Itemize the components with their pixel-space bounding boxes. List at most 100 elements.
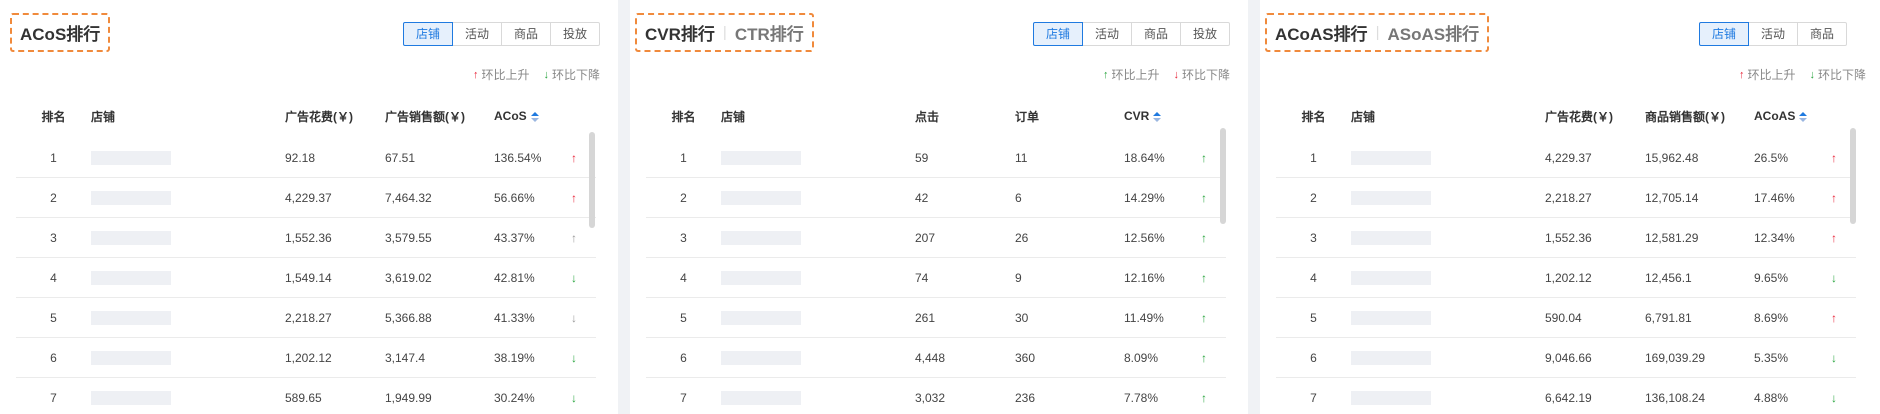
tab-product[interactable]: 商品 <box>1797 22 1848 46</box>
legend-down-label: 环比下降 <box>1818 68 1867 82</box>
store-cell <box>91 150 285 165</box>
tab-product[interactable]: 商品 <box>1130 22 1181 46</box>
store-cell <box>721 310 915 325</box>
col-cvr[interactable]: CVR <box>1124 109 1189 123</box>
tab-placement[interactable]: 投放 <box>549 22 600 46</box>
table-row[interactable]: 2 2,218.27 12,705.14 17.46% ↑ <box>1276 178 1856 218</box>
store-name-placeholder[interactable] <box>721 350 801 365</box>
title-acos[interactable]: ACoS排行 <box>20 20 100 45</box>
store-name-placeholder[interactable] <box>91 230 171 245</box>
table-body: 1 59 11 18.64% ↑ 2 42 6 14.29% ↑ 3 207 26 12.56% ↑ 4 74 9… <box>646 138 1226 414</box>
table-row[interactable]: 6 4,448 360 8.09% ↑ <box>646 338 1226 378</box>
store-name-placeholder[interactable] <box>1351 270 1431 285</box>
table-row[interactable]: 3 1,552.36 3,579.55 43.37% ↑ <box>16 218 596 258</box>
table-row[interactable]: 1 4,229.37 15,962.48 26.5% ↑ <box>1276 138 1856 178</box>
tab-placement[interactable]: 投放 <box>1179 22 1230 46</box>
table-row[interactable]: 3 1,552.36 12,581.29 12.34% ↑ <box>1276 218 1856 258</box>
store-name-placeholder[interactable] <box>721 230 801 245</box>
tab-store[interactable]: 店铺 <box>1032 22 1083 46</box>
table-row[interactable]: 2 4,229.37 7,464.32 56.66% ↑ <box>16 178 596 218</box>
trend-arrow-icon: ↑ <box>571 150 577 165</box>
table-row[interactable]: 1 59 11 18.64% ↑ <box>646 138 1226 178</box>
table-row[interactable]: 7 3,032 236 7.78% ↑ <box>646 378 1226 414</box>
store-name-placeholder[interactable] <box>1351 350 1431 365</box>
metric-a-cell: 42 <box>915 190 929 205</box>
store-name-placeholder[interactable] <box>721 190 801 205</box>
panel-title: CVR排行 | CTR排行 <box>635 13 814 52</box>
table-row[interactable]: 3 207 26 12.56% ↑ <box>646 218 1226 258</box>
metric-b-cell: 169,039.29 <box>1645 350 1706 365</box>
metric-b-cell: 360 <box>1015 350 1036 365</box>
legend-down-label: 环比下降 <box>551 68 600 82</box>
store-name-placeholder[interactable] <box>1351 230 1431 245</box>
store-name-placeholder[interactable] <box>91 190 171 205</box>
scroll-thumb[interactable] <box>1850 128 1856 224</box>
table-row[interactable]: 6 1,202.12 3,147.4 38.19% ↓ <box>16 338 596 378</box>
trend-arrow-icon: ↑ <box>1201 390 1207 405</box>
metric-a-cell: 2,218.27 <box>1545 190 1592 205</box>
table-row[interactable]: 4 74 9 12.16% ↑ <box>646 258 1226 298</box>
table-row[interactable]: 2 42 6 14.29% ↑ <box>646 178 1226 218</box>
store-name-placeholder[interactable] <box>91 150 171 165</box>
metric-a-cell: 59 <box>915 150 929 165</box>
tab-product[interactable]: 商品 <box>500 22 551 46</box>
table-row[interactable]: 5 261 30 11.49% ↑ <box>646 298 1226 338</box>
rank-cell: 7 <box>680 390 687 405</box>
arrow-up-red-icon: ↑ <box>1739 68 1745 81</box>
store-cell <box>91 310 285 325</box>
store-name-placeholder[interactable] <box>721 150 801 165</box>
sort-icon[interactable] <box>1799 111 1808 122</box>
arrow-up-green-icon: ↑ <box>1102 68 1109 81</box>
trend-arrow-icon: ↑ <box>1831 310 1837 325</box>
store-name-placeholder[interactable] <box>721 310 801 325</box>
title-cvr[interactable]: CVR排行 <box>645 20 715 45</box>
table-row[interactable]: 5 590.04 6,791.81 8.69% ↑ <box>1276 298 1856 338</box>
table-row[interactable]: 7 6,642.19 136,108.24 4.88% ↓ <box>1276 378 1856 414</box>
sort-icon[interactable] <box>1153 111 1162 122</box>
tab-store[interactable]: 店铺 <box>1699 22 1750 46</box>
title-ctr[interactable]: CTR排行 <box>735 20 804 45</box>
store-name-placeholder[interactable] <box>1351 190 1431 205</box>
col-acos[interactable]: ACoS <box>494 109 559 123</box>
legend-down: ↓ 环比下降 <box>1173 66 1230 83</box>
trend-legend: ↑ 环比上升 ↓ 环比下降 <box>459 66 600 83</box>
table-scrollbar[interactable] <box>1848 94 1858 414</box>
scroll-thumb[interactable] <box>589 132 595 228</box>
ratio-cell: 8.69% <box>1754 310 1789 325</box>
table-row[interactable]: 5 2,218.27 5,366.88 41.33% ↓ <box>16 298 596 338</box>
store-name-placeholder[interactable] <box>721 390 801 405</box>
store-name-placeholder[interactable] <box>91 270 171 285</box>
table-row[interactable]: 1 92.18 67.51 136.54% ↑ <box>16 138 596 178</box>
trend-arrow-icon: ↓ <box>1831 390 1837 405</box>
store-cell <box>1351 270 1545 285</box>
tab-campaign[interactable]: 活动 <box>1748 22 1799 46</box>
store-cell <box>91 230 285 245</box>
sort-icon[interactable] <box>530 111 539 122</box>
trend-legend: ↑ 环比上升 ↓ 环比下降 <box>1725 66 1866 83</box>
table-row[interactable]: 6 9,046.66 169,039.29 5.35% ↓ <box>1276 338 1856 378</box>
title-acoas[interactable]: ACoAS排行 <box>1275 20 1368 45</box>
tab-campaign[interactable]: 活动 <box>1081 22 1132 46</box>
store-name-placeholder[interactable] <box>91 350 171 365</box>
tab-store[interactable]: 店铺 <box>402 22 453 46</box>
metric-b-cell: 9 <box>1015 270 1022 285</box>
scroll-thumb[interactable] <box>1220 128 1226 224</box>
table-row[interactable]: 7 589.65 1,949.99 30.24% ↓ <box>16 378 596 414</box>
store-name-placeholder[interactable] <box>91 310 171 325</box>
table-scrollbar[interactable] <box>587 94 597 414</box>
table-row[interactable]: 4 1,549.14 3,619.02 42.81% ↓ <box>16 258 596 298</box>
metric-b-cell: 12,456.1 <box>1645 270 1692 285</box>
store-name-placeholder[interactable] <box>91 390 171 405</box>
col-rank: 排名 <box>671 109 696 124</box>
trend-arrow-icon: ↑ <box>1831 150 1837 165</box>
store-name-placeholder[interactable] <box>721 270 801 285</box>
tab-campaign[interactable]: 活动 <box>451 22 502 46</box>
table-row[interactable]: 4 1,202.12 12,456.1 9.65% ↓ <box>1276 258 1856 298</box>
ratio-cell: 136.54% <box>494 150 542 165</box>
store-name-placeholder[interactable] <box>1351 390 1431 405</box>
store-name-placeholder[interactable] <box>1351 310 1431 325</box>
store-name-placeholder[interactable] <box>1351 150 1431 165</box>
table-scrollbar[interactable] <box>1218 94 1228 414</box>
title-asoas[interactable]: ASoAS排行 <box>1387 20 1479 45</box>
col-acoas[interactable]: ACoAS <box>1754 109 1819 123</box>
